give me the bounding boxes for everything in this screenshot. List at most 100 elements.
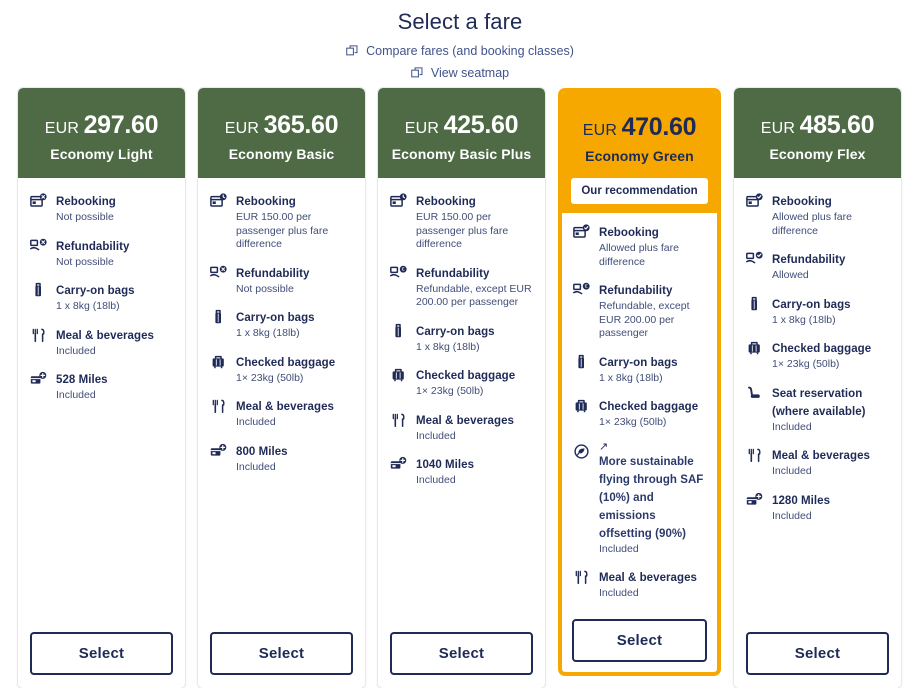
feature-value: 1× 23kg (50lb): [416, 385, 515, 399]
fare-feature: Rebooking Allowed plus fare difference: [573, 223, 706, 269]
rebooking-not-possible-icon: [30, 193, 47, 210]
feature-label: Refundability: [236, 268, 310, 280]
fare-feature: Meal & beveragesIncluded: [390, 411, 533, 444]
external-link-arrow-icon: ↗: [599, 442, 706, 452]
select-fare-button[interactable]: Select: [390, 632, 533, 675]
feature-value: Allowed plus fare difference: [772, 211, 889, 238]
fare-currency: EUR: [583, 122, 617, 139]
fare-feature: RebookingAllowed plus fare difference: [746, 192, 889, 238]
fare-feature: Checked baggage1× 23kg (50lb): [573, 397, 706, 430]
fare-card-header: EUR 365.60Economy Basic: [198, 88, 365, 178]
meal-icon: [746, 447, 763, 464]
feature-value: Included: [56, 389, 108, 403]
fare-feature: Meal & beveragesIncluded: [210, 397, 353, 430]
fare-feature-list: RebookingEUR 150.00 per passenger plus f…: [198, 178, 365, 622]
fare-feature: RebookingNot possible: [30, 192, 173, 225]
fare-feature: Carry-on bags1 x 8kg (18lb): [30, 281, 173, 314]
feature-label: Meal & beverages: [772, 450, 870, 462]
view-seatmap-label: View seatmap: [431, 64, 509, 82]
page-title: Select a fare: [0, 8, 920, 36]
fare-feature-list: RebookingAllowed plus fare difference Ref…: [734, 178, 901, 622]
carry-on-bag-icon: [573, 354, 590, 371]
feature-value: 1 x 8kg (18lb): [599, 372, 678, 386]
fare-card: EUR 485.60Economy FlexRebookingAllowed p…: [734, 88, 901, 688]
fare-card-footer: Select: [734, 622, 901, 688]
fare-price: EUR 297.60: [28, 110, 175, 144]
feature-label: Rebooking: [599, 227, 659, 239]
carry-on-bag-icon: [210, 309, 227, 326]
rebooking-icon: [210, 193, 227, 210]
fare-feature: 528 MilesIncluded: [30, 370, 173, 403]
select-fare-button[interactable]: Select: [746, 632, 889, 675]
fare-feature: 1040 Miles Included: [390, 455, 533, 488]
seat-reservation-icon: [746, 385, 763, 402]
fare-feature-list: RebookingEUR 150.00 per passenger plus f…: [378, 178, 545, 622]
feature-value: Included: [236, 416, 334, 430]
fare-feature: Carry-on bags1 x 8kg (18lb): [390, 322, 533, 355]
fare-price: EUR 470.60: [570, 112, 709, 146]
fare-name: Economy Basic Plus: [388, 146, 535, 162]
feature-value: Included: [772, 421, 889, 435]
feature-value: 1× 23kg (50lb): [236, 372, 335, 386]
fare-feature: Carry-on bags1 x 8kg (18lb): [746, 295, 889, 328]
feature-value: Refundable, except EUR 200.00 per passen…: [416, 283, 533, 310]
svg-text:€: €: [585, 284, 588, 290]
fare-amount: 365.60: [264, 111, 339, 139]
carry-on-bag-icon: [746, 296, 763, 313]
header-links: Compare fares (and booking classes) View…: [0, 42, 920, 86]
fare-card-header: EUR 425.60Economy Basic Plus: [378, 88, 545, 178]
checked-baggage-icon: [390, 367, 407, 384]
fare-card-header: EUR 470.60Economy Green: [562, 92, 717, 174]
checked-baggage-icon: [573, 398, 590, 415]
fare-card-footer: Select: [562, 613, 717, 672]
refundability-allowed-icon: [746, 251, 763, 268]
select-fare-button[interactable]: Select: [572, 619, 707, 662]
feature-label: Checked baggage: [416, 370, 515, 382]
fare-feature: Meal & beveragesIncluded: [573, 568, 706, 601]
feature-value: Allowed plus fare difference: [599, 242, 706, 269]
fare-amount: 470.60: [622, 113, 697, 141]
feature-label: 1040 Miles: [416, 459, 474, 471]
fare-card: EUR 365.60Economy BasicRebookingEUR 150.…: [198, 88, 365, 688]
fare-feature: €RefundabilityRefundable, except EUR 200…: [573, 281, 706, 341]
select-fare-button[interactable]: Select: [210, 632, 353, 675]
fare-feature: 1280 MilesIncluded: [746, 491, 889, 524]
feature-label: Carry-on bags: [772, 299, 851, 311]
feature-value: Included: [599, 587, 697, 601]
checked-baggage-icon: [210, 354, 227, 371]
feature-value: Included: [416, 474, 474, 488]
fare-card-footer: Select: [378, 622, 545, 688]
fare-feature: RefundabilityNot possible: [30, 237, 173, 270]
fare-feature: €RefundabilityRefundable, except EUR 200…: [390, 264, 533, 310]
feature-value: Included: [772, 510, 830, 524]
rebooking-allowed-icon: [573, 224, 590, 241]
feature-value: Not possible: [236, 283, 310, 297]
sustainability-icon: [573, 443, 590, 460]
fare-feature: RefundabilityAllowed: [746, 250, 889, 283]
select-fare-button[interactable]: Select: [30, 632, 173, 675]
feature-value: 1 x 8kg (18lb): [236, 327, 315, 341]
fare-currency: EUR: [225, 120, 259, 137]
feature-value: Included: [236, 461, 288, 475]
feature-value: 1× 23kg (50lb): [599, 416, 698, 430]
compare-fares-link[interactable]: Compare fares (and booking classes): [346, 42, 574, 60]
feature-label: Checked baggage: [772, 343, 871, 355]
meal-icon: [573, 569, 590, 586]
feature-value: Refundable, except EUR 200.00 per passen…: [599, 300, 706, 341]
view-seatmap-link[interactable]: View seatmap: [411, 64, 509, 82]
meal-icon: [390, 412, 407, 429]
fare-feature: RebookingEUR 150.00 per passenger plus f…: [390, 192, 533, 252]
compare-icon: [411, 67, 424, 80]
refundability-not-possible-icon: [210, 265, 227, 282]
fare-price: EUR 365.60: [208, 110, 355, 144]
rebooking-icon: [390, 193, 407, 210]
fare-card: EUR 425.60Economy Basic Plus RebookingEUR…: [378, 88, 545, 688]
feature-label: Carry-on bags: [416, 326, 495, 338]
checked-baggage-icon: [746, 340, 763, 357]
feature-label: Rebooking: [416, 196, 476, 208]
rebooking-allowed-icon: [746, 193, 763, 210]
feature-value: EUR 150.00 per passenger plus fare diffe…: [236, 211, 353, 252]
feature-label: Refundability: [772, 254, 846, 266]
feature-label: Carry-on bags: [56, 285, 135, 297]
refundability-icon: €: [573, 282, 590, 299]
